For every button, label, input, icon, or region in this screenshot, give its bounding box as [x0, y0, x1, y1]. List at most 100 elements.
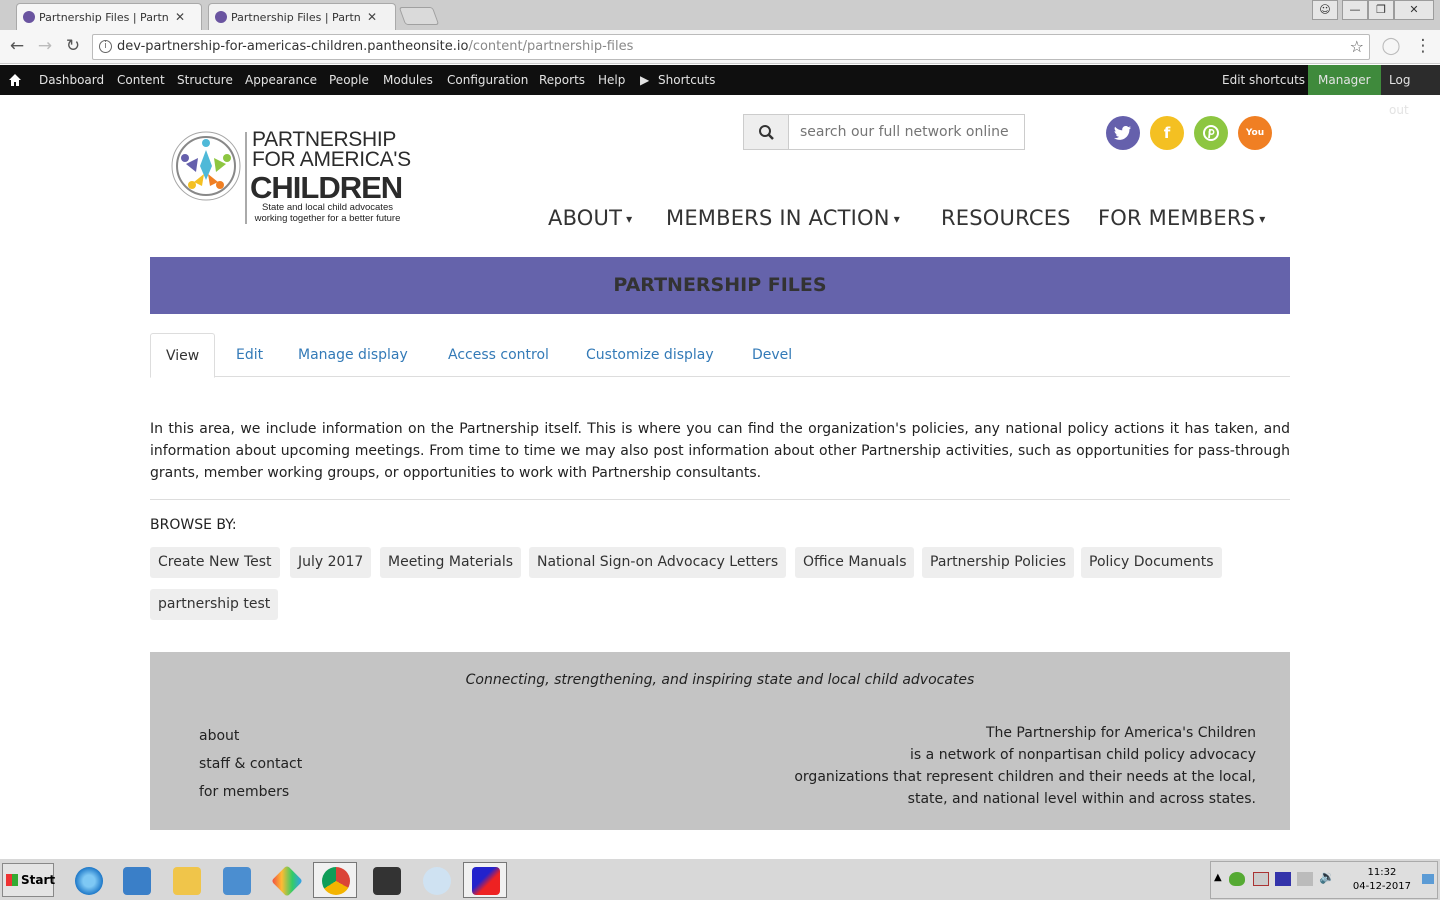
volume-icon[interactable]: 🔉 [1319, 870, 1335, 885]
extension-icon[interactable]: ◯ [1380, 36, 1402, 56]
paint-icon[interactable] [414, 862, 458, 898]
browser-tab-2[interactable]: Partnership Files | Partnership for Amer… [208, 3, 396, 30]
window-close-button[interactable]: ✕ [1394, 0, 1434, 20]
start-button[interactable]: Start [2, 863, 55, 897]
close-tab-icon[interactable]: ✕ [367, 10, 377, 24]
chrome-icon[interactable] [313, 862, 357, 898]
tab-view[interactable]: View [150, 333, 216, 378]
home-icon[interactable] [8, 73, 22, 87]
logo-tagline-1: State and local child advocates [262, 202, 393, 213]
nav-resources-label: RESOURCES [941, 206, 1071, 230]
logo-line1: PARTNERSHIP [252, 128, 397, 151]
site-info-icon[interactable]: i [99, 40, 112, 53]
manager-link[interactable]: Manager [1308, 65, 1381, 95]
minimize-button[interactable]: — [1342, 0, 1368, 20]
url-bar[interactable]: i dev-partnership-for-americas-children.… [92, 34, 1370, 60]
footer-desc-line: is a network of nonpartisan child policy… [910, 747, 1256, 763]
nav-members-in-action[interactable]: MEMBERS IN ACTION ▾ [666, 206, 900, 230]
admin-appearance[interactable]: Appearance [245, 65, 317, 95]
restore-button[interactable]: ❐ [1368, 0, 1394, 20]
caret-down-icon: ▾ [626, 212, 633, 226]
show-desktop-icon[interactable] [1422, 874, 1434, 884]
browser-tabbar: Partnership Files | Partnership for Amer… [0, 0, 1440, 30]
tray-display-icon[interactable] [1275, 872, 1291, 886]
intro-text: In this area, we include information on … [150, 421, 1290, 481]
category-chip[interactable]: July 2017 [290, 547, 372, 578]
search-input[interactable] [790, 115, 1024, 149]
admin-help[interactable]: Help [598, 65, 625, 95]
youtube-icon[interactable]: You [1238, 116, 1272, 150]
show-hidden-icons-icon[interactable]: ▲ [1214, 872, 1222, 883]
new-tab-button[interactable] [398, 7, 440, 25]
logo-tagline: State and local child advocates working … [250, 202, 405, 224]
taskbar-clock[interactable]: 11:32 04-12-2017 [1353, 866, 1411, 894]
tab-devel[interactable]: Devel [752, 333, 792, 377]
category-chip[interactable]: Create New Test [150, 547, 280, 578]
app-diamond-icon[interactable] [264, 862, 308, 898]
bookmark-star-icon[interactable]: ☆ [1350, 35, 1364, 59]
admin-modules[interactable]: Modules [383, 65, 433, 95]
sublime-text-icon[interactable] [364, 862, 408, 898]
footer-link-for-members[interactable]: for members [199, 784, 289, 800]
nav-resources[interactable]: RESOURCES [941, 206, 1071, 230]
reload-icon[interactable]: ↻ [62, 36, 84, 56]
category-chip[interactable]: Meeting Materials [380, 547, 522, 578]
admin-content[interactable]: Content [117, 65, 165, 95]
logo-text: PARTNERSHIP FOR AMERICA'S [252, 128, 411, 171]
tray-app-icon[interactable] [1229, 872, 1245, 886]
windows-logo-icon [6, 874, 18, 886]
tab-edit[interactable]: Edit [236, 333, 263, 377]
close-tab-icon[interactable]: ✕ [175, 10, 185, 24]
pinterest-icon[interactable] [1194, 116, 1228, 150]
url-path: /content/partnership-files [468, 39, 634, 54]
footer-link-about[interactable]: about [199, 728, 239, 744]
category-chip[interactable]: partnership test [150, 589, 279, 620]
category-chip[interactable]: Partnership Policies [922, 547, 1075, 578]
forward-arrow-icon[interactable]: → [34, 36, 56, 56]
tab-access-control[interactable]: Access control [448, 333, 549, 377]
media-player-icon[interactable] [114, 862, 158, 898]
nav-for-members[interactable]: FOR MEMBERS ▾ [1098, 206, 1265, 230]
admin-dashboard[interactable]: Dashboard [39, 65, 104, 95]
twitter-icon[interactable] [1106, 116, 1140, 150]
menu-kebab-icon[interactable]: ⋮ [1412, 36, 1434, 56]
shortcuts-icon[interactable]: ▶ [640, 65, 649, 95]
caret-down-icon: ▾ [893, 212, 900, 226]
app-icon[interactable] [463, 862, 507, 898]
admin-people[interactable]: People [329, 65, 369, 95]
network-icon[interactable] [214, 862, 258, 898]
logout-link[interactable]: Log out [1381, 65, 1440, 117]
logo-line2: FOR AMERICA'S [252, 148, 411, 171]
browser-tab-title: Partnership Files | Partnership for Amer… [39, 10, 169, 24]
nav-about[interactable]: ABOUT ▾ [548, 206, 632, 230]
admin-configuration[interactable]: Configuration [447, 65, 528, 95]
category-chip[interactable]: Policy Documents [1081, 547, 1222, 578]
footer-desc-line: state, and national level within and acr… [907, 791, 1256, 807]
browser-tab-title: Partnership Files | Partnership for Amer… [231, 10, 361, 24]
footer-desc-line: The Partnership for America's Children [985, 725, 1256, 741]
profile-icon[interactable]: ☺ [1312, 0, 1338, 20]
clock-date: 04-12-2017 [1352, 881, 1411, 892]
browser-tab-1[interactable]: Partnership Files | Partnership for Amer… [16, 3, 202, 30]
footer-link-staff-contact[interactable]: staff & contact [199, 756, 302, 772]
footer-tagline: Connecting, strengthening, and inspiring… [465, 672, 975, 688]
action-center-icon[interactable] [1253, 872, 1269, 886]
tab-manage-display[interactable]: Manage display [298, 333, 408, 377]
nav-members-label: MEMBERS IN ACTION [666, 206, 890, 230]
logo-tagline-2: working together for a better future [254, 213, 401, 224]
back-arrow-icon[interactable]: ← [6, 36, 28, 56]
facebook-icon[interactable]: f [1150, 116, 1184, 150]
url-host: dev-partnership-for-americas-children.pa… [117, 39, 469, 54]
admin-reports[interactable]: Reports [539, 65, 585, 95]
file-explorer-icon[interactable] [164, 862, 208, 898]
edit-shortcuts-link[interactable]: Edit shortcuts [1222, 65, 1305, 95]
category-chip[interactable]: National Sign-on Advocacy Letters [529, 547, 787, 578]
admin-structure[interactable]: Structure [177, 65, 233, 95]
network-tray-icon[interactable] [1297, 872, 1313, 886]
browser-toolbar: ← → ↻ i dev-partnership-for-americas-chi… [0, 30, 1440, 64]
internet-explorer-icon[interactable] [66, 862, 110, 898]
admin-shortcuts[interactable]: Shortcuts [658, 65, 715, 95]
search-button[interactable] [744, 115, 789, 149]
tab-customize-display[interactable]: Customize display [586, 333, 714, 377]
category-chip[interactable]: Office Manuals [795, 547, 915, 578]
